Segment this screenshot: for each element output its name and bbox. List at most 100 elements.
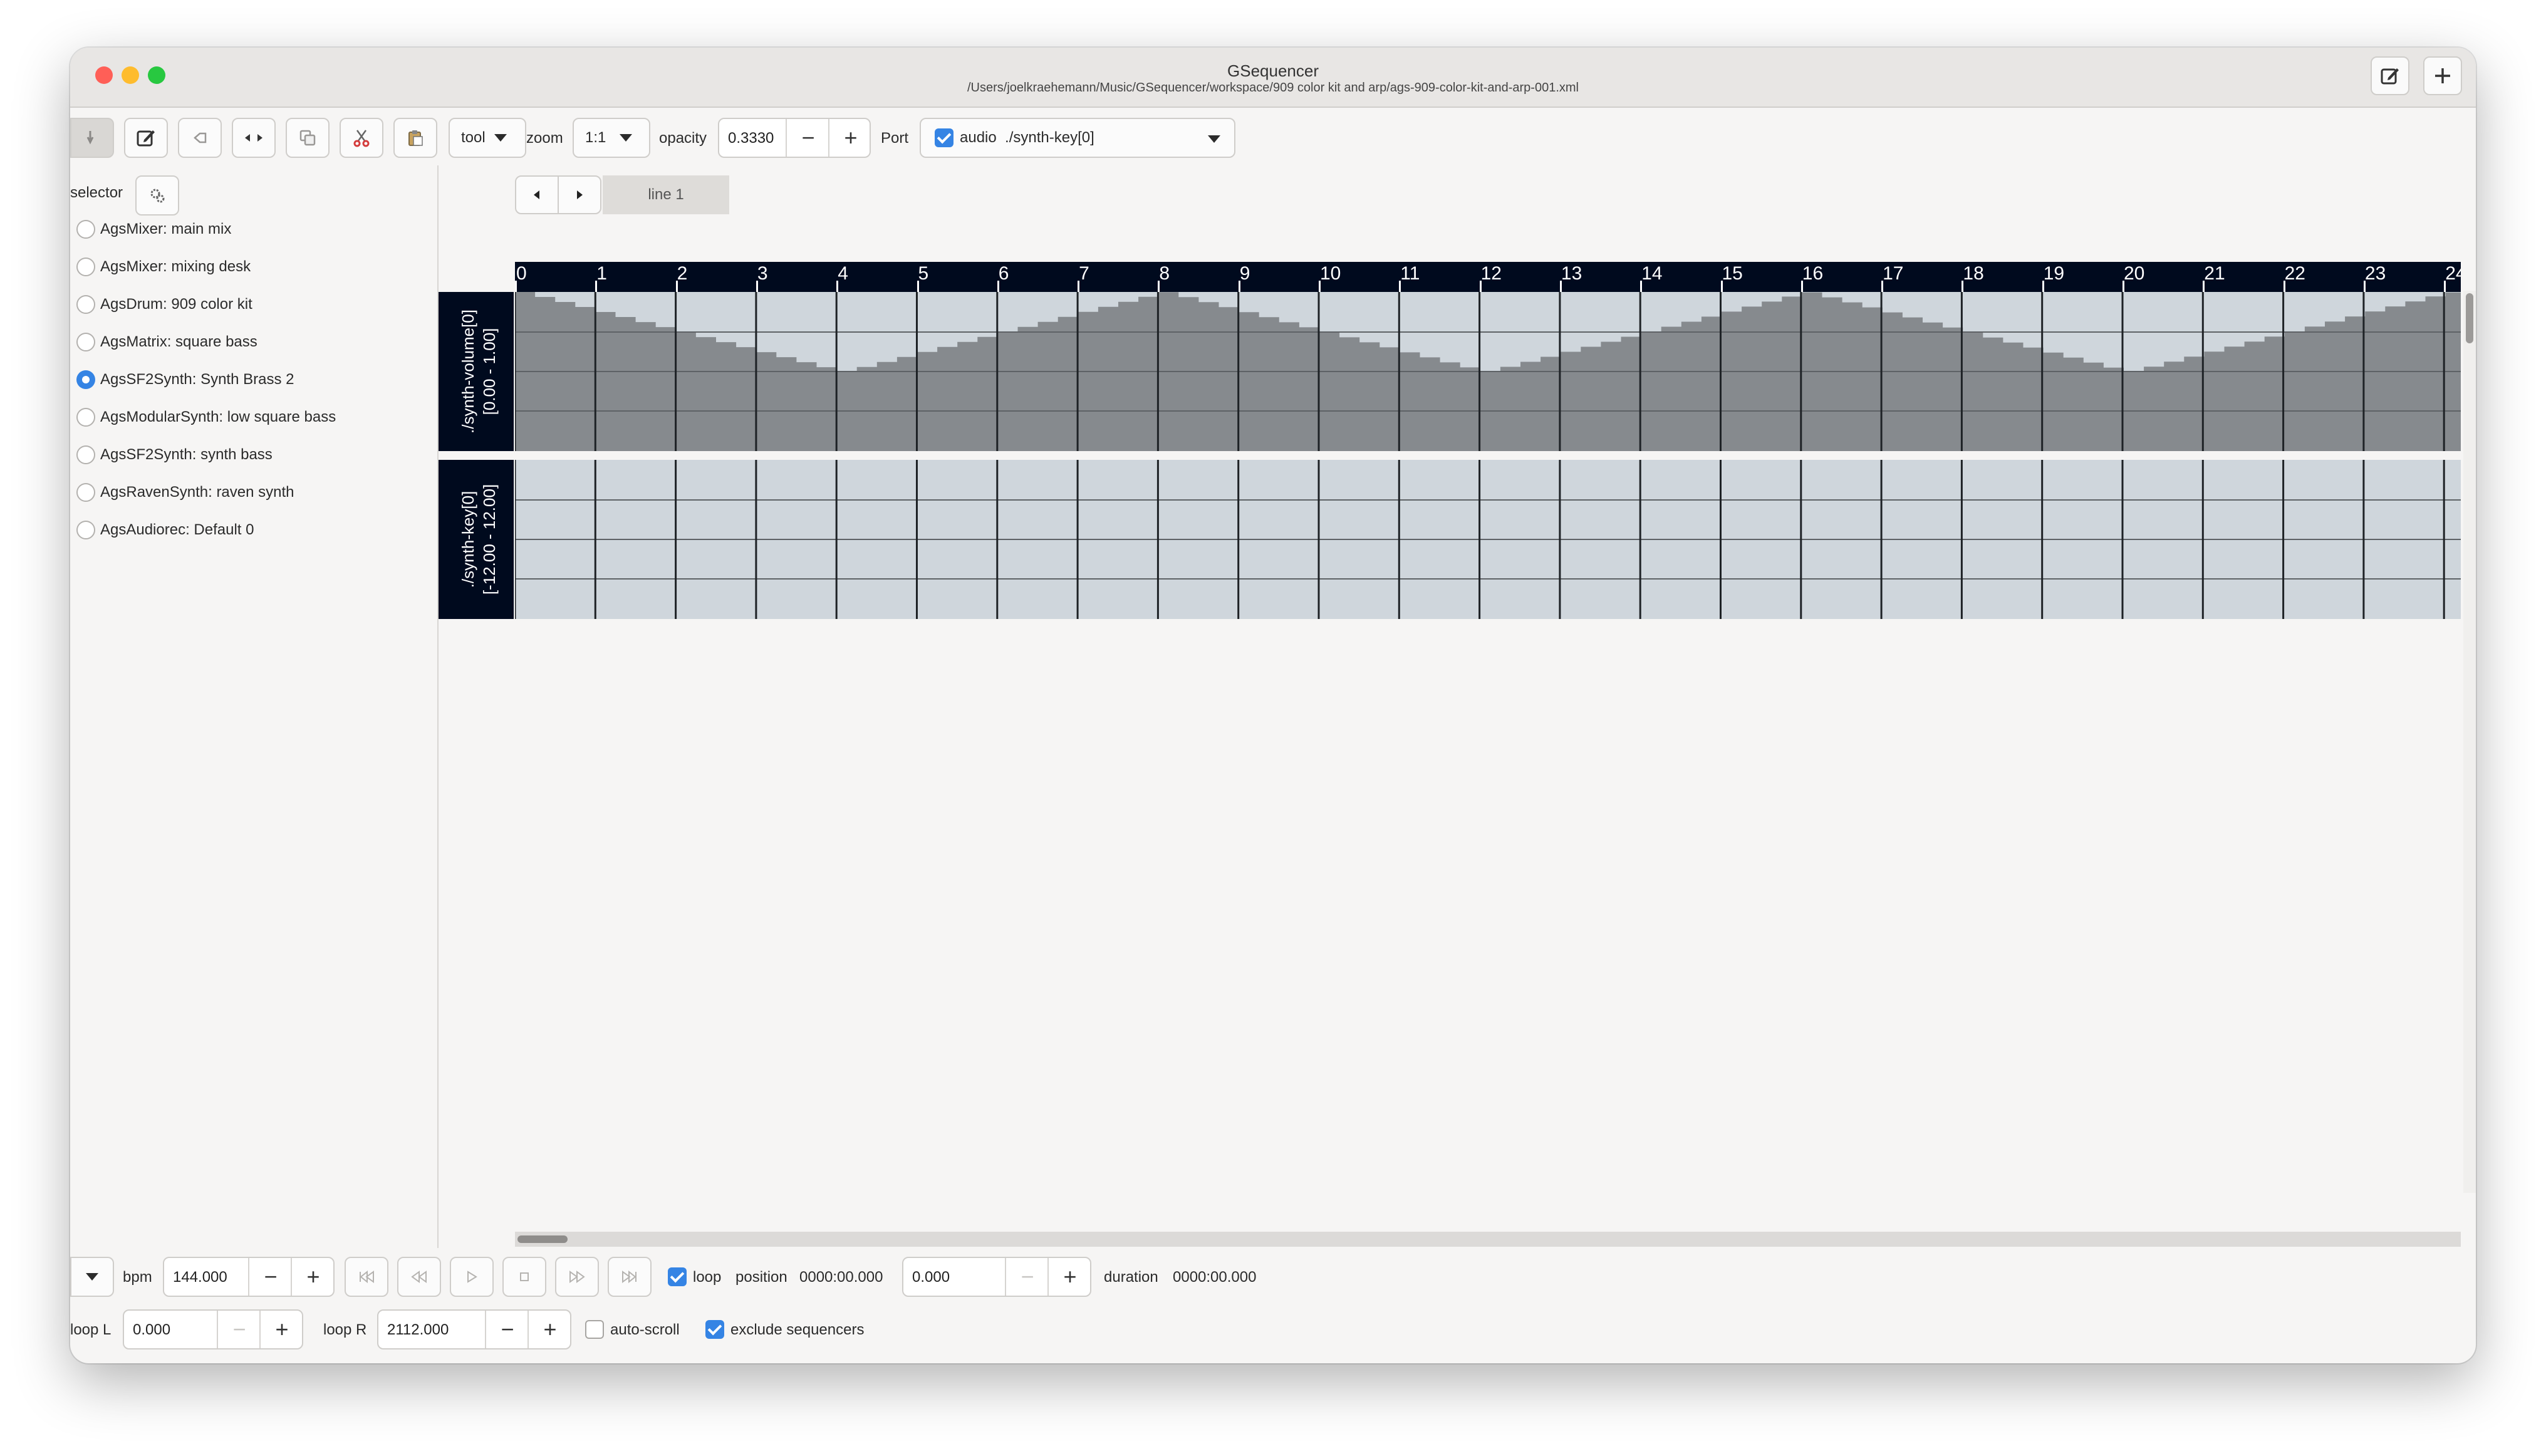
opacity-spin-button[interactable]: 0.3330 − + — [718, 118, 871, 158]
copy-button[interactable] — [286, 118, 330, 158]
ruler-tick-label: 5 — [918, 263, 929, 284]
ruler-tick-label: 4 — [838, 263, 848, 284]
ruler-tick-mark — [917, 281, 919, 292]
vertical-scrollbar-thumb[interactable] — [2466, 293, 2473, 343]
loop-left-increment-button[interactable]: + — [259, 1311, 303, 1348]
ruler-tick-label: 11 — [1400, 263, 1420, 284]
ruler-tick-mark — [836, 281, 839, 292]
bpm-value[interactable]: 144.000 — [173, 1269, 227, 1286]
machine-item[interactable]: AgsSF2Synth: synth bass — [70, 441, 421, 469]
selector-label: selector — [70, 184, 123, 201]
loop-left-decrement-button[interactable]: − — [217, 1311, 261, 1348]
machine-radio[interactable] — [76, 257, 95, 276]
ruler-tick-mark — [1881, 281, 1884, 292]
selector-settings-button[interactable] — [135, 175, 179, 216]
scroll-right-button[interactable] — [558, 175, 601, 214]
machine-item[interactable]: AgsMixer: main mix — [70, 216, 421, 243]
pointer-icon — [86, 131, 94, 145]
machine-item[interactable]: AgsAudiorec: Default 0 — [70, 516, 421, 544]
play-icon — [467, 1271, 477, 1283]
loop-left-spin-button[interactable]: 0.000 − + — [123, 1309, 303, 1349]
position-spin-button[interactable]: 0.000 − + — [902, 1257, 1091, 1297]
position-increment-button[interactable]: + — [1047, 1258, 1091, 1296]
machine-radio[interactable] — [76, 483, 95, 502]
auto-scroll-checkbox[interactable] — [585, 1320, 604, 1339]
port-checkbox[interactable] — [935, 128, 953, 147]
triangle-left-icon — [534, 190, 539, 199]
loop-right-decrement-button[interactable]: − — [485, 1311, 529, 1348]
ruler-tick-mark — [1720, 281, 1723, 292]
vertical-scrollbar[interactable] — [2463, 291, 2476, 1193]
zoom-dropdown[interactable]: 1:1 — [573, 118, 650, 158]
machine-radio[interactable] — [76, 333, 95, 351]
bpm-decrement-button[interactable]: − — [248, 1258, 292, 1296]
position-cursor-button[interactable] — [70, 118, 114, 158]
auto-scroll-label: auto-scroll — [610, 1321, 680, 1338]
machine-radio[interactable] — [76, 220, 95, 239]
loop-label: loop — [693, 1269, 722, 1286]
machine-item[interactable]: AgsModularSynth: low square bass — [70, 403, 421, 431]
loop-right-value[interactable]: 2112.000 — [387, 1321, 449, 1339]
bpm-label: bpm — [123, 1269, 152, 1286]
settings-icon — [150, 189, 165, 203]
fast-forward-button[interactable] — [555, 1257, 599, 1297]
machine-radio[interactable] — [76, 295, 95, 314]
opacity-increment-button[interactable]: + — [828, 119, 872, 157]
machine-radio[interactable] — [76, 521, 95, 539]
loop-right-spin-button[interactable]: 2112.000 − + — [377, 1309, 571, 1349]
machine-radio[interactable] — [76, 370, 95, 389]
paste-button[interactable] — [393, 118, 437, 158]
horizontal-scrollbar[interactable] — [515, 1232, 2461, 1247]
port-dropdown[interactable]: audio ./synth-key[0] — [920, 118, 1235, 158]
rewind-start-button[interactable] — [345, 1257, 388, 1297]
tool-dropdown[interactable]: tool — [449, 118, 526, 158]
machine-item[interactable]: AgsSF2Synth: Synth Brass 2 — [70, 366, 421, 393]
chevron-down-icon — [86, 1273, 98, 1281]
stop-button[interactable] — [502, 1257, 546, 1297]
rewind-button[interactable] — [397, 1257, 441, 1297]
bpm-increment-button[interactable]: + — [291, 1258, 335, 1296]
lane-label-key-text: ./synth-key[0] [-12.00 - 12.00] — [457, 484, 500, 595]
eraser-icon — [194, 132, 207, 143]
chevron-down-icon — [620, 134, 633, 142]
skip-end-button[interactable] — [608, 1257, 652, 1297]
ruler-tick-label: 24 — [2445, 263, 2461, 284]
opacity-decrement-button[interactable]: − — [786, 119, 829, 157]
select-button[interactable] — [232, 118, 276, 158]
loop-left-value[interactable]: 0.000 — [133, 1321, 170, 1339]
clear-button[interactable] — [178, 118, 222, 158]
lane-range-key: [-12.00 - 12.00] — [480, 484, 499, 595]
cut-button[interactable] — [340, 118, 383, 158]
scroll-left-button[interactable] — [515, 175, 559, 214]
ruler-tick-label: 0 — [516, 263, 527, 284]
edit-document-button[interactable] — [2371, 56, 2409, 95]
loop-checkbox[interactable] — [668, 1267, 687, 1286]
position-time: 0000:00.000 — [799, 1269, 883, 1286]
ruler-tick-label: 6 — [998, 263, 1009, 284]
machine-item[interactable]: AgsMixer: mixing desk — [70, 253, 421, 281]
machine-radio[interactable] — [76, 445, 95, 464]
tab-line-1[interactable]: line 1 — [603, 175, 729, 214]
machine-item[interactable]: AgsRavenSynth: raven synth — [70, 479, 421, 506]
automation-lane-key[interactable] — [515, 460, 2461, 619]
opacity-value[interactable]: 0.3330 — [728, 130, 774, 147]
exclude-sequencers-checkbox[interactable] — [705, 1320, 724, 1339]
bpm-spin-button[interactable]: 144.000 − + — [163, 1257, 335, 1297]
machine-item[interactable]: AgsMatrix: square bass — [70, 328, 421, 356]
automation-lane-volume[interactable] — [515, 292, 2461, 451]
machine-radio[interactable] — [76, 408, 95, 427]
loop-right-increment-button[interactable]: + — [527, 1311, 571, 1348]
plus-icon — [2435, 68, 2450, 83]
horizontal-scrollbar-thumb[interactable] — [517, 1235, 568, 1243]
position-value[interactable]: 0.000 — [912, 1269, 950, 1286]
tab-line-1-label: line 1 — [648, 186, 684, 203]
transport-menu-button[interactable] — [70, 1257, 114, 1297]
edit-button[interactable] — [124, 118, 168, 158]
machine-item[interactable]: AgsDrum: 909 color kit — [70, 291, 421, 318]
add-button[interactable] — [2423, 56, 2462, 95]
ruler-tick-mark — [1479, 281, 1482, 292]
play-button[interactable] — [450, 1257, 494, 1297]
machine-selector-panel: selector AgsMixer: main mix AgsMixer: mix… — [70, 165, 439, 1248]
machine-label: AgsDrum: 909 color kit — [100, 296, 252, 313]
position-decrement-button[interactable]: − — [1005, 1258, 1049, 1296]
